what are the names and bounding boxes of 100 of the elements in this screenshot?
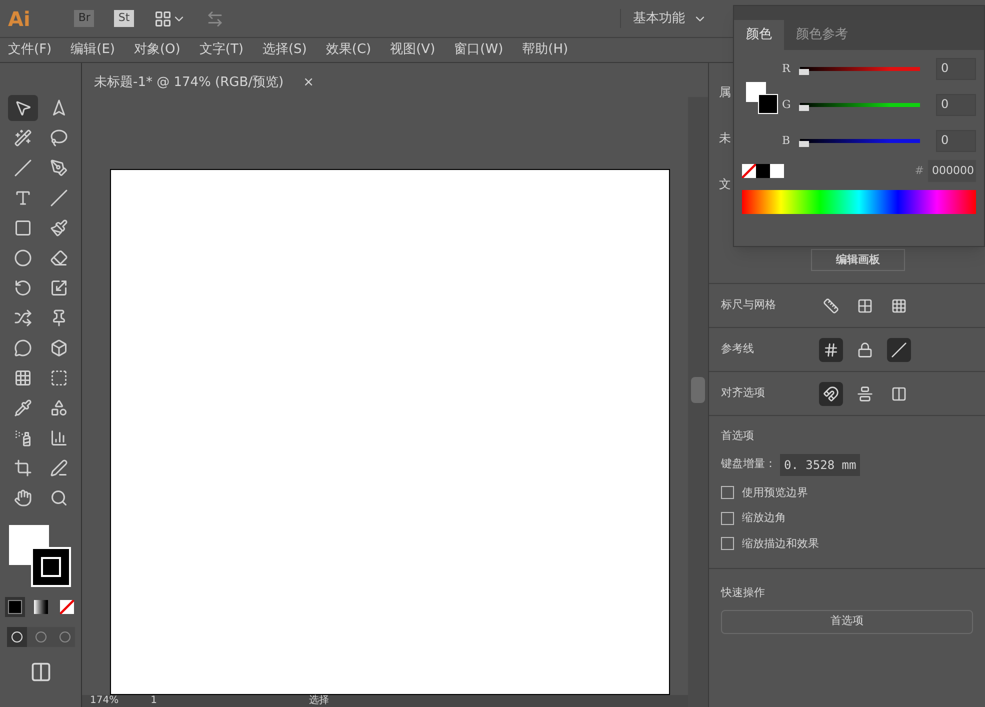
wand-icon (14, 129, 32, 147)
channel-slider[interactable] (800, 139, 920, 143)
brush-icon (50, 219, 68, 237)
channel-label: G (782, 96, 792, 113)
bridge-button[interactable]: Br (74, 10, 94, 27)
color-spectrum[interactable] (742, 190, 976, 214)
circle-icon (34, 631, 46, 643)
document-title: 未标题-1* @ 174% (RGB/预览) (94, 74, 284, 92)
checkbox-label: 使用预览边界 (742, 484, 808, 500)
pen-icon (50, 159, 68, 177)
stock-button[interactable]: St (114, 10, 134, 27)
section-label: 标尺与网格 (721, 297, 777, 314)
checkbox[interactable] (721, 486, 734, 500)
hex-field[interactable]: 000000 (928, 160, 976, 182)
grid-icon (891, 298, 907, 314)
vertical-scrollbar[interactable] (688, 97, 708, 707)
color-mode-button[interactable] (4, 597, 24, 617)
menu-item[interactable]: 窗口(W) (454, 40, 504, 60)
spray-can-icon (14, 429, 32, 447)
increment-field[interactable]: 0. 3528 mm (780, 454, 860, 476)
pen-icon (50, 459, 68, 477)
bar-chart-icon (50, 429, 68, 447)
current-tool: 选择 (308, 695, 329, 707)
checkbox-label: 缩放描边和效果 (742, 536, 819, 552)
shuffle-icon (14, 309, 32, 327)
section-label: 参考线 (721, 341, 755, 358)
eraser-icon (50, 249, 68, 267)
section-label: 对齐选项 (721, 385, 766, 402)
slider-thumb[interactable] (799, 69, 809, 75)
shapes-icon (50, 399, 68, 417)
toggle-button[interactable] (819, 382, 843, 406)
circle-icon (10, 631, 22, 643)
color-swatch[interactable] (756, 164, 770, 178)
menu-item[interactable]: 文字(T) (199, 40, 244, 60)
channel-label: B (782, 132, 792, 149)
checkbox[interactable] (721, 512, 734, 525)
close-button[interactable]: × (303, 73, 314, 93)
slider-thumb[interactable] (799, 141, 809, 147)
lasso-icon (50, 129, 68, 147)
section-title: 首选项 (721, 428, 755, 444)
menu-item[interactable]: 对象(O) (134, 40, 180, 60)
menu-item[interactable]: 效果(C) (326, 40, 372, 60)
channel-field[interactable]: 0 (936, 130, 976, 152)
zoom-level[interactable]: 174% (90, 695, 119, 707)
channel-field[interactable]: 0 (936, 58, 976, 80)
search-icon (50, 489, 68, 507)
rectangle-icon (14, 219, 32, 237)
speech-bubble-icon (14, 339, 32, 357)
circle-icon (58, 631, 70, 643)
fill-swatch[interactable] (8, 525, 48, 565)
menu-item[interactable]: 选择(S) (262, 40, 307, 60)
menu-item[interactable]: 视图(V) (390, 40, 436, 60)
none-swatch[interactable] (742, 164, 756, 178)
magnet-icon (823, 386, 839, 402)
hex-label: # (914, 162, 924, 179)
layout-icon[interactable] (154, 10, 172, 28)
ruler-icon (823, 298, 839, 314)
line-icon (14, 159, 32, 177)
grid-icon (857, 298, 873, 314)
hash-icon (823, 342, 839, 358)
toggle-button[interactable] (819, 338, 843, 362)
rotate-icon (14, 279, 32, 297)
circle-icon (14, 249, 32, 267)
dashed-square-icon (50, 369, 68, 387)
channel-field[interactable]: 0 (936, 94, 976, 116)
channel-slider[interactable] (800, 103, 920, 107)
draw-mode-button[interactable] (6, 627, 26, 647)
panel-tab[interactable]: 颜色 (734, 20, 784, 50)
screen-mode-icon[interactable] (30, 661, 52, 683)
slider-thumb[interactable] (799, 105, 809, 111)
channel-slider[interactable] (800, 67, 920, 71)
panel-label: 未 (719, 130, 731, 147)
workspace-dropdown[interactable]: 基本功能 (620, 8, 707, 28)
panel-label: 属 (719, 84, 731, 101)
lock-icon (857, 342, 873, 358)
app-logo: Ai (8, 6, 30, 32)
channel-label: R (782, 60, 792, 77)
scale-icon (50, 279, 68, 297)
preferences-button[interactable]: 首选项 (721, 610, 973, 634)
type-icon (14, 189, 32, 207)
toggle-button[interactable] (887, 338, 911, 362)
pointer-icon (14, 99, 32, 117)
artboard-number[interactable]: 1 (150, 695, 157, 707)
stroke-swatch[interactable] (758, 94, 778, 114)
checkbox[interactable] (721, 537, 734, 550)
grid-icon (14, 369, 32, 387)
color-swatch[interactable] (770, 164, 784, 178)
field-label: 键盘增量： (721, 456, 776, 472)
panel-label: 文 (719, 176, 731, 193)
cube-icon (50, 339, 68, 357)
columns-icon (891, 386, 907, 402)
panel-tab[interactable]: 颜色参考 (784, 20, 860, 50)
line-icon (50, 189, 68, 207)
menu-item[interactable]: 帮助(H) (522, 40, 568, 60)
menu-item[interactable]: 文件(F) (8, 40, 52, 60)
tool-button[interactable] (8, 95, 38, 121)
stroke-swatch[interactable] (30, 547, 70, 587)
checkbox-label: 缩放边角 (742, 510, 786, 526)
menu-item[interactable]: 编辑(E) (70, 40, 115, 60)
edit-artboard-button[interactable]: 编辑画板 (811, 249, 905, 271)
